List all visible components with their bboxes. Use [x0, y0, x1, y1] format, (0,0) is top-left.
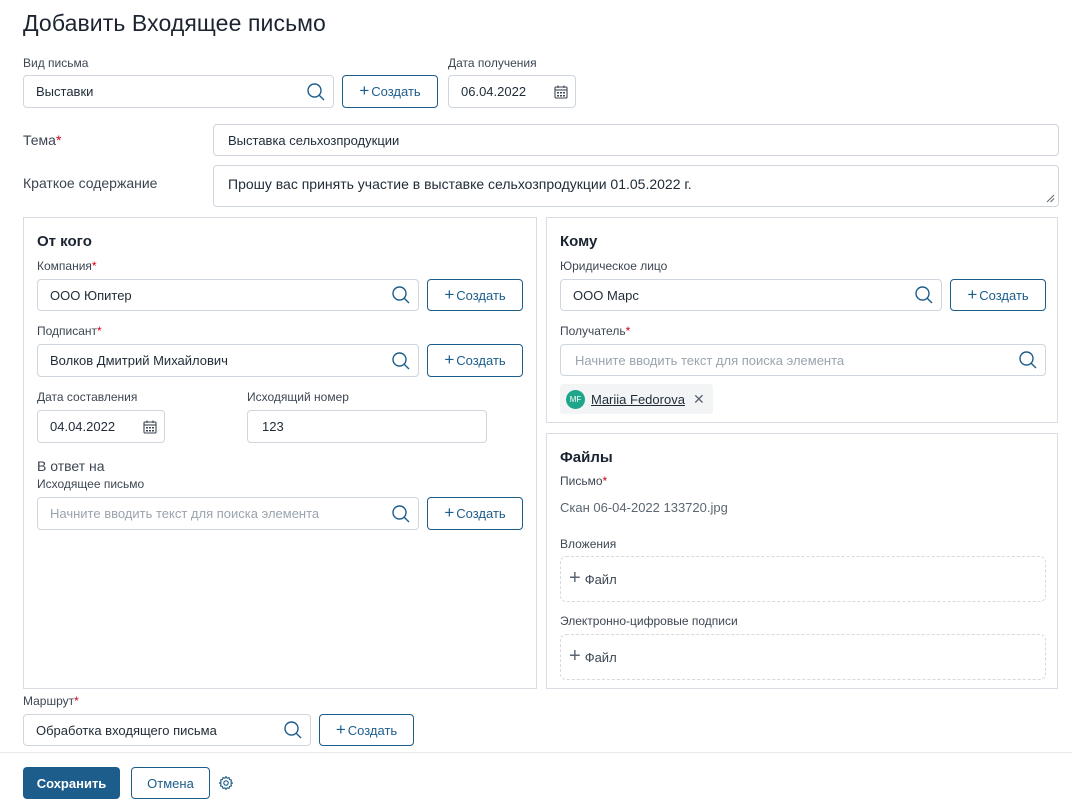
outgoing-number-label: Исходящий номер: [247, 390, 349, 404]
signer-value: Волков Дмитрий Михайлович: [50, 353, 228, 368]
plus-icon: +: [444, 284, 455, 304]
letter-file-label: Письмо*: [560, 474, 608, 488]
calendar-icon[interactable]: [136, 411, 164, 442]
search-icon[interactable]: [1011, 345, 1045, 375]
create-route-button[interactable]: + Создать: [319, 714, 414, 746]
search-icon[interactable]: [384, 345, 418, 376]
from-title: От кого: [37, 233, 92, 250]
search-icon[interactable]: [299, 76, 333, 107]
summary-value: Прошу вас принять участие в выставке сел…: [228, 176, 692, 192]
attachments-dropzone[interactable]: + Файл: [560, 556, 1046, 602]
signer-label: Подписант*: [37, 324, 102, 338]
signatures-dropzone[interactable]: + Файл: [560, 634, 1046, 680]
add-file-label: Файл: [584, 649, 617, 665]
compose-date-label: Дата составления: [37, 390, 138, 404]
reply-to-heading: В ответ на: [37, 458, 105, 474]
outgoing-number-input[interactable]: 123: [247, 410, 487, 443]
route-label: Маршрут*: [23, 694, 79, 708]
create-signer-button[interactable]: + Создать: [427, 344, 523, 377]
search-icon[interactable]: [384, 498, 418, 529]
create-legal-entity-button[interactable]: + Создать: [950, 279, 1046, 311]
search-icon[interactable]: [276, 715, 310, 745]
plus-icon: +: [967, 284, 978, 304]
save-button[interactable]: Сохранить: [23, 767, 120, 799]
plus-icon: +: [444, 350, 455, 369]
company-input[interactable]: ООО Юпитер: [37, 279, 419, 311]
received-date-value: 06.04.2022: [461, 84, 527, 99]
legal-entity-input[interactable]: ООО Марс: [560, 279, 942, 311]
avatar: MF: [566, 389, 585, 409]
letter-file-name[interactable]: Скан 06-04-2022 133720.jpg: [560, 500, 728, 515]
close-icon[interactable]: ✕: [693, 391, 705, 408]
company-label: Компания*: [37, 259, 97, 273]
recipient-label: Получатель*: [560, 324, 631, 338]
create-label: Создать: [456, 506, 506, 521]
add-file-label: Файл: [584, 571, 617, 587]
search-icon[interactable]: [384, 280, 418, 310]
summary-label: Краткое содержание: [23, 175, 158, 191]
recipient-chip[interactable]: MF Mariia Fedorova ✕: [560, 384, 713, 414]
create-letter-type-button[interactable]: + Создать: [342, 75, 438, 108]
plus-icon: +: [359, 81, 370, 100]
received-date-label: Дата получения: [448, 56, 537, 70]
route-value: Обработка входящего письма: [36, 722, 217, 738]
letter-type-input[interactable]: Выставки: [23, 75, 334, 108]
footer-divider: [0, 752, 1072, 753]
attachments-label: Вложения: [560, 537, 617, 551]
create-label: Создать: [456, 287, 506, 303]
page-title: Добавить Входящее письмо: [23, 10, 326, 36]
received-date-input[interactable]: 06.04.2022: [448, 75, 576, 108]
recipient-chip-name[interactable]: Mariia Fedorova: [591, 392, 685, 407]
create-company-button[interactable]: + Создать: [427, 279, 523, 311]
plus-icon: +: [444, 503, 455, 522]
outgoing-letter-input[interactable]: Начните вводить текст для поиска элемент…: [37, 497, 419, 530]
plus-icon: +: [569, 567, 581, 589]
search-icon[interactable]: [907, 280, 941, 310]
resize-handle-icon[interactable]: [1046, 194, 1055, 203]
route-input[interactable]: Обработка входящего письма: [23, 714, 311, 746]
create-label: Создать: [979, 287, 1029, 303]
plus-icon: +: [569, 645, 581, 667]
signer-input[interactable]: Волков Дмитрий Михайлович: [37, 344, 419, 377]
letter-type-label: Вид письма: [23, 56, 89, 70]
signatures-label: Электронно-цифровые подписи: [560, 614, 738, 628]
subject-input[interactable]: Выставка сельхозпродукции: [213, 124, 1059, 156]
subject-label: Тема*: [23, 132, 62, 148]
subject-value: Выставка сельхозпродукции: [228, 132, 400, 148]
compose-date-input[interactable]: 04.04.2022: [37, 410, 165, 443]
create-label: Создать: [371, 84, 421, 99]
company-value: ООО Юпитер: [50, 287, 132, 303]
plus-icon: +: [335, 719, 346, 739]
letter-type-value: Выставки: [36, 84, 94, 99]
create-label: Создать: [347, 722, 398, 738]
calendar-icon[interactable]: [547, 76, 575, 107]
outgoing-letter-label: Исходящее письмо: [37, 477, 145, 491]
create-label: Создать: [456, 353, 506, 368]
create-outgoing-letter-button[interactable]: + Создать: [427, 497, 523, 530]
cancel-button[interactable]: Отмена: [131, 767, 210, 799]
files-title: Файлы: [560, 449, 613, 466]
recipient-input[interactable]: Начните вводить текст для поиска элемент…: [560, 344, 1046, 376]
recipient-placeholder: Начните вводить текст для поиска элемент…: [575, 352, 845, 368]
outgoing-number-value: 123: [262, 419, 284, 434]
legal-entity-label: Юридическое лицо: [560, 259, 668, 273]
legal-entity-value: ООО Марс: [573, 287, 639, 303]
summary-textarea[interactable]: Прошу вас принять участие в выставке сел…: [213, 165, 1059, 207]
outgoing-letter-placeholder: Начните вводить текст для поиска элемент…: [50, 506, 320, 521]
gear-icon[interactable]: [218, 775, 234, 794]
compose-date-value: 04.04.2022: [50, 419, 116, 434]
to-title: Кому: [560, 233, 598, 250]
